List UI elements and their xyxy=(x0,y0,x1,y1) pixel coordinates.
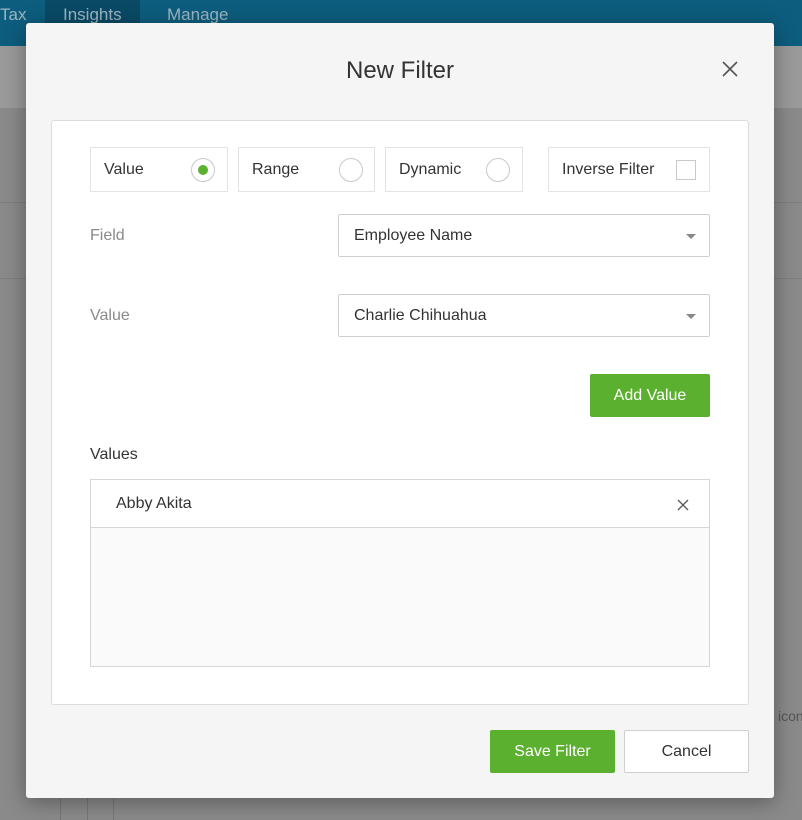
field-select-value: Employee Name xyxy=(354,227,473,244)
radio-icon[interactable] xyxy=(486,158,510,182)
filter-form-panel: Value Range Dynamic Inverse Filter Field… xyxy=(51,120,749,705)
filter-type-value-label: Value xyxy=(104,161,144,178)
values-title: Values xyxy=(90,446,138,463)
field-select[interactable]: Employee Name xyxy=(338,214,710,257)
close-icon[interactable] xyxy=(719,58,741,80)
value-label: Value xyxy=(90,307,130,324)
background-text-fragment: icon xyxy=(778,708,802,724)
radio-selected-icon[interactable] xyxy=(191,158,215,182)
filter-type-dynamic[interactable]: Dynamic xyxy=(385,147,523,192)
add-value-button[interactable]: Add Value xyxy=(590,374,710,417)
inverse-filter-label: Inverse Filter xyxy=(562,161,655,178)
value-select-value: Charlie Chihuahua xyxy=(354,307,487,324)
cancel-button[interactable]: Cancel xyxy=(624,730,749,773)
save-filter-button[interactable]: Save Filter xyxy=(490,730,615,773)
inverse-filter-option[interactable]: Inverse Filter xyxy=(548,147,710,192)
chevron-down-icon xyxy=(686,234,696,239)
chevron-down-icon xyxy=(686,314,696,319)
filter-type-value[interactable]: Value xyxy=(90,147,228,192)
new-filter-modal: New Filter Value Range Dynamic Inverse F… xyxy=(26,23,774,798)
list-item: Abby Akita xyxy=(91,480,709,528)
remove-icon[interactable] xyxy=(677,498,689,511)
list-item-label: Abby Akita xyxy=(116,495,192,512)
filter-type-range-label: Range xyxy=(252,161,300,178)
filter-type-range[interactable]: Range xyxy=(238,147,375,192)
filter-type-dynamic-label: Dynamic xyxy=(399,161,462,178)
field-label: Field xyxy=(90,227,125,244)
values-list: Abby Akita xyxy=(90,479,710,667)
radio-icon[interactable] xyxy=(339,158,363,182)
inverse-filter-checkbox[interactable] xyxy=(676,160,696,180)
background-table-cell xyxy=(60,798,114,820)
value-select[interactable]: Charlie Chihuahua xyxy=(338,294,710,337)
modal-title: New Filter xyxy=(345,57,454,84)
